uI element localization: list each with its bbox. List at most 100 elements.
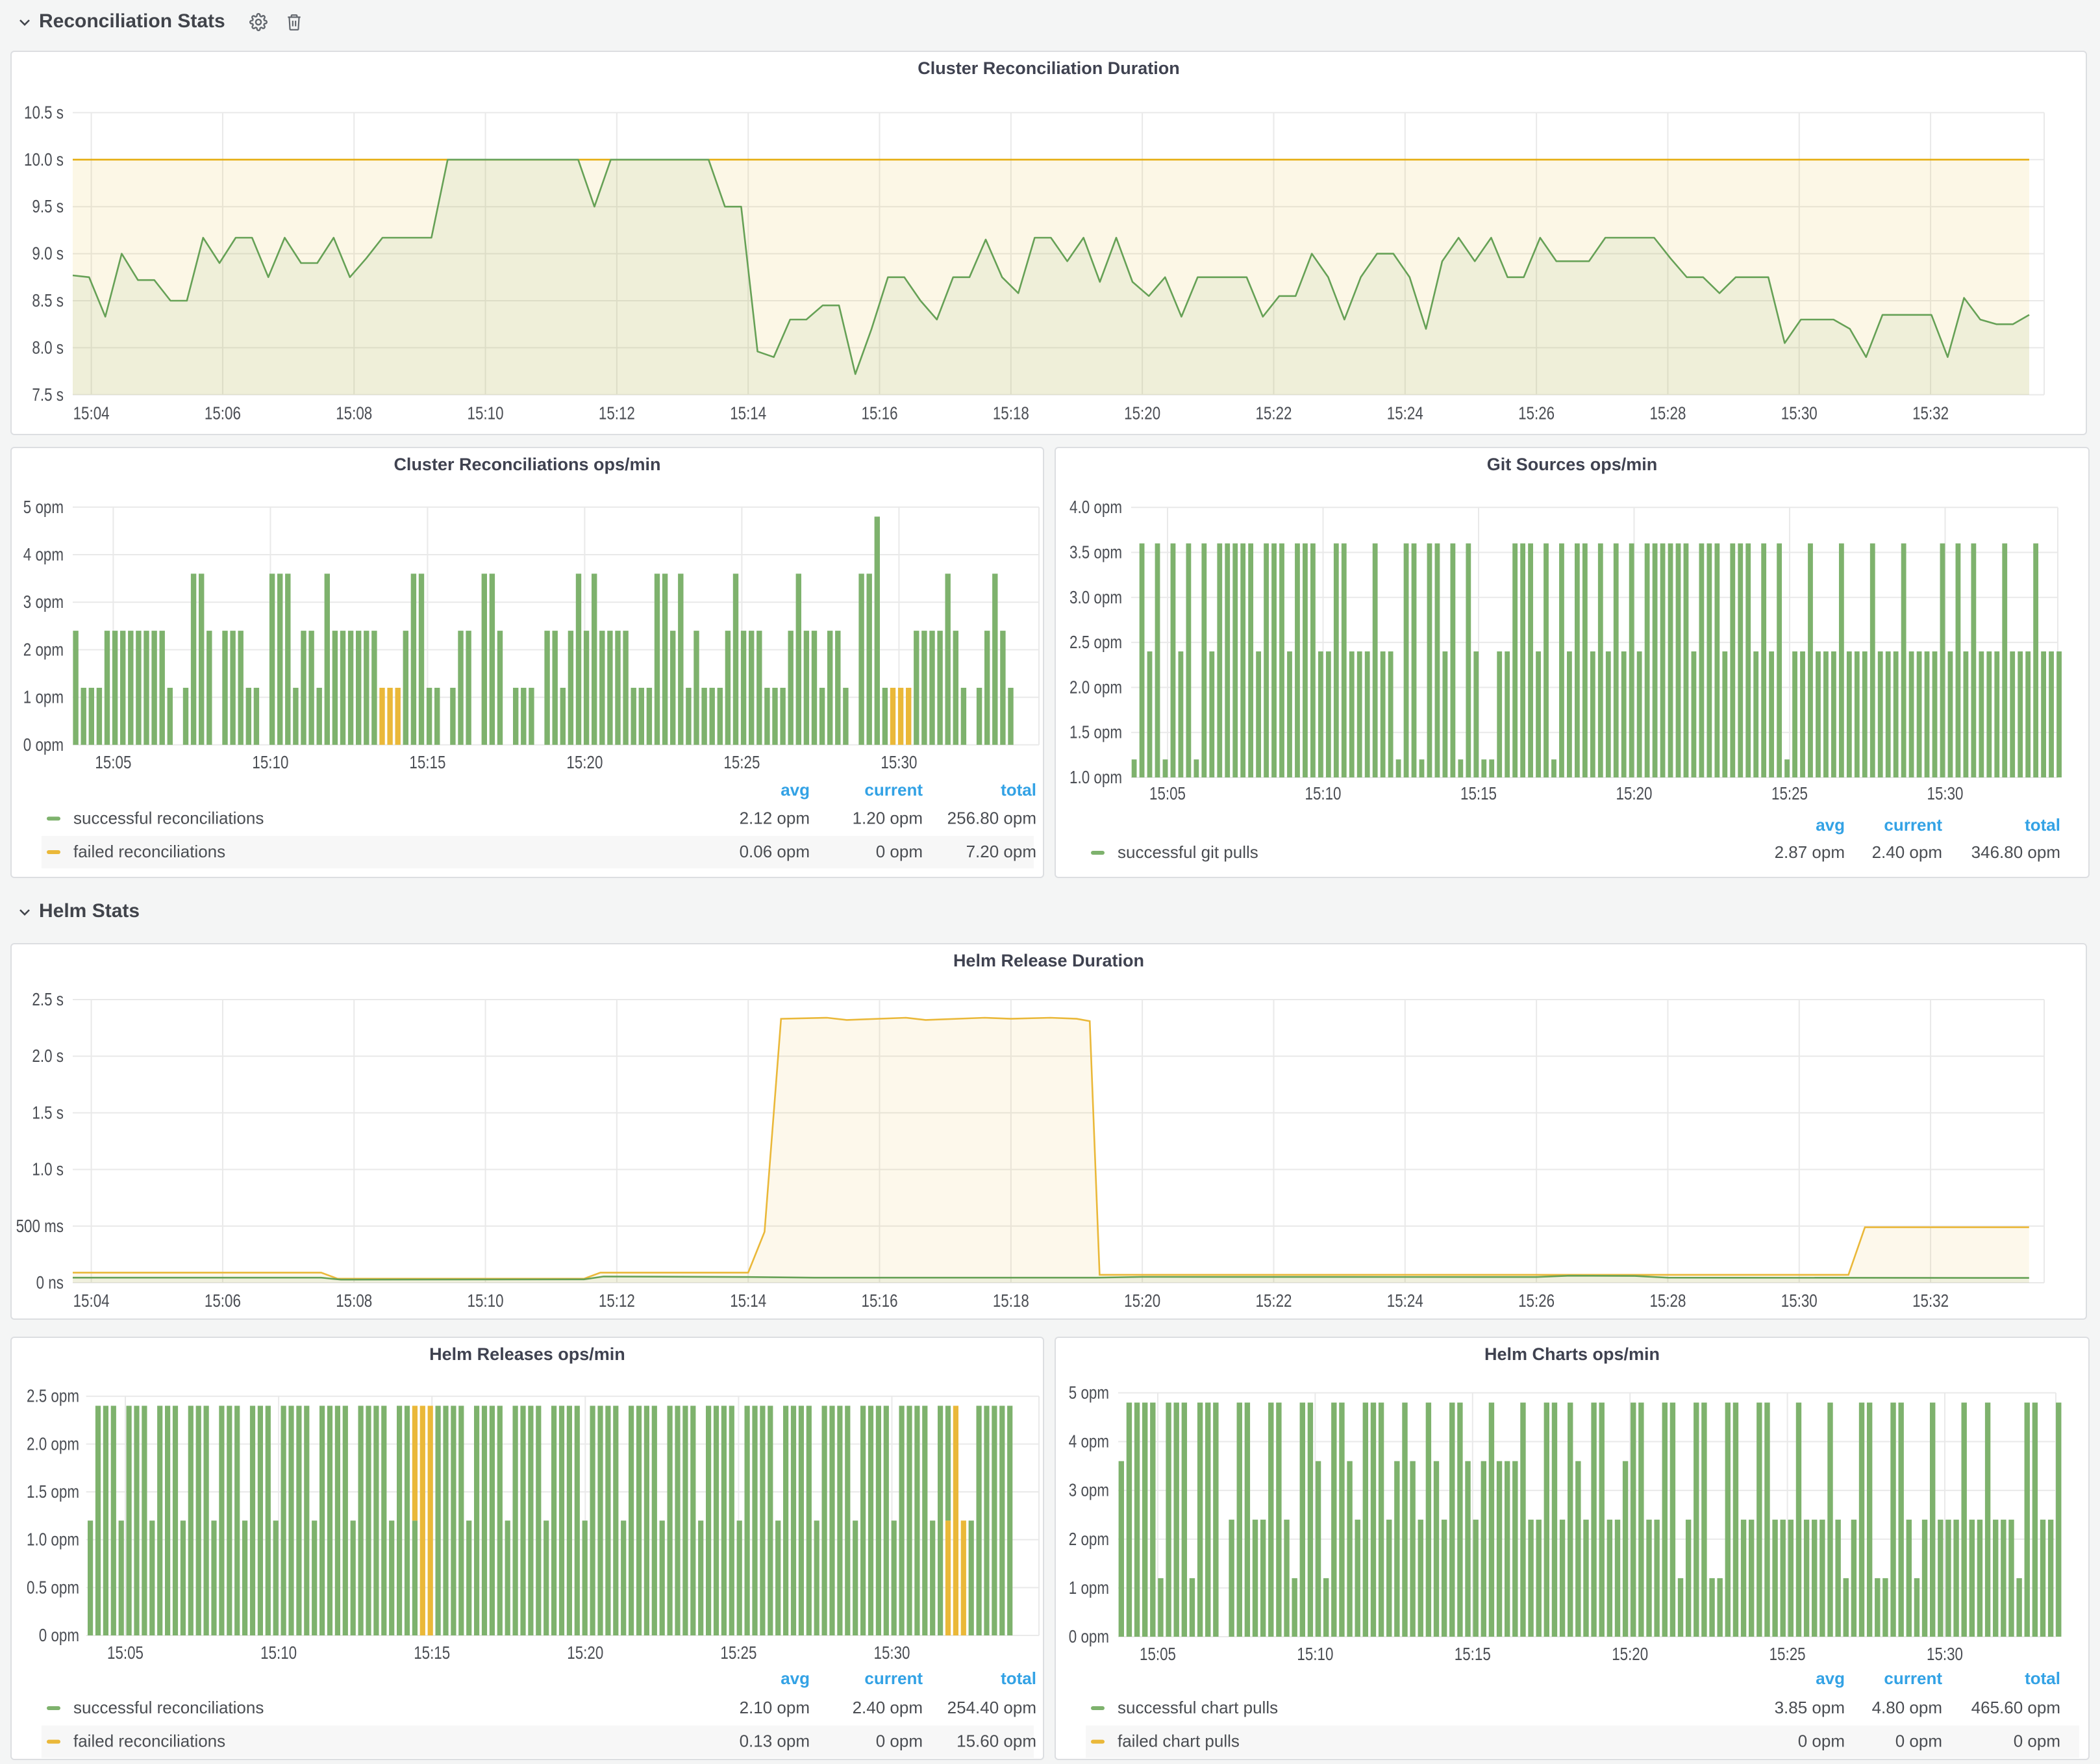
svg-text:15:14: 15:14	[730, 403, 766, 423]
svg-text:15:20: 15:20	[1612, 1643, 1648, 1663]
svg-text:15:24: 15:24	[1387, 1291, 1423, 1311]
svg-text:5 opm: 5 opm	[1069, 1382, 1109, 1402]
svg-text:15:22: 15:22	[1255, 1291, 1292, 1311]
svg-text:9.5 s: 9.5 s	[32, 195, 64, 216]
svg-text:15:28: 15:28	[1649, 403, 1686, 423]
svg-text:failed reconciliations: failed reconciliations	[73, 1731, 225, 1750]
svg-text:avg: avg	[1816, 1668, 1845, 1687]
svg-text:successful git pulls: successful git pulls	[1118, 842, 1258, 861]
svg-text:0 opm: 0 opm	[1798, 1731, 1845, 1750]
svg-text:15:06: 15:06	[205, 1291, 241, 1311]
svg-text:15:12: 15:12	[599, 1291, 635, 1311]
svg-text:1.0 opm: 1.0 opm	[27, 1529, 79, 1549]
svg-text:15:16: 15:16	[862, 403, 898, 423]
svg-text:15:30: 15:30	[1781, 403, 1818, 423]
svg-text:8.5 s: 8.5 s	[32, 290, 64, 310]
svg-text:15.60 opm: 15.60 opm	[956, 1731, 1036, 1750]
svg-text:2.5 s: 2.5 s	[32, 989, 64, 1009]
svg-text:15:20: 15:20	[1616, 783, 1653, 803]
svg-text:15:14: 15:14	[730, 1291, 766, 1311]
svg-text:9.0 s: 9.0 s	[32, 243, 64, 263]
svg-text:15:24: 15:24	[1387, 403, 1423, 423]
svg-text:15:15: 15:15	[409, 751, 445, 772]
svg-text:8.0 s: 8.0 s	[32, 336, 64, 357]
svg-text:15:05: 15:05	[95, 751, 131, 772]
svg-text:0.06 opm: 0.06 opm	[740, 841, 810, 861]
svg-text:15:10: 15:10	[260, 1642, 297, 1662]
svg-text:15:26: 15:26	[1518, 403, 1555, 423]
svg-text:15:30: 15:30	[874, 1642, 910, 1662]
svg-text:15:05: 15:05	[1149, 783, 1186, 803]
svg-text:500 ms: 500 ms	[16, 1216, 64, 1236]
svg-text:current: current	[864, 779, 923, 799]
svg-text:4 opm: 4 opm	[23, 544, 64, 564]
svg-text:0.5 opm: 0.5 opm	[27, 1576, 79, 1596]
svg-text:15:08: 15:08	[336, 403, 372, 423]
svg-text:15:04: 15:04	[73, 1291, 110, 1311]
svg-text:15:10: 15:10	[1305, 783, 1342, 803]
svg-text:4.0 opm: 4.0 opm	[1069, 496, 1122, 516]
svg-text:0 opm: 0 opm	[1069, 1626, 1109, 1646]
svg-text:15:28: 15:28	[1649, 1291, 1686, 1311]
svg-text:15:05: 15:05	[1140, 1643, 1176, 1663]
svg-text:7.5 s: 7.5 s	[32, 384, 64, 404]
svg-text:15:10: 15:10	[1297, 1643, 1333, 1663]
svg-text:15:25: 15:25	[1769, 1643, 1806, 1663]
svg-text:1 opm: 1 opm	[1069, 1577, 1109, 1597]
svg-text:15:30: 15:30	[881, 751, 917, 772]
svg-text:15:20: 15:20	[1124, 1291, 1160, 1311]
svg-text:10.5 s: 10.5 s	[24, 101, 64, 121]
svg-text:15:15: 15:15	[414, 1642, 450, 1662]
svg-text:15:26: 15:26	[1518, 1291, 1555, 1311]
svg-text:15:18: 15:18	[993, 1291, 1029, 1311]
svg-text:1.5 opm: 1.5 opm	[27, 1481, 79, 1501]
svg-text:15:15: 15:15	[1460, 783, 1497, 803]
svg-text:15:30: 15:30	[1927, 783, 1964, 803]
svg-text:successful chart pulls: successful chart pulls	[1118, 1697, 1278, 1717]
svg-text:2 opm: 2 opm	[1069, 1528, 1109, 1548]
svg-text:0 opm: 0 opm	[1895, 1731, 1942, 1750]
svg-text:15:32: 15:32	[1912, 1291, 1949, 1311]
svg-text:15:20: 15:20	[1124, 403, 1160, 423]
svg-text:2 opm: 2 opm	[23, 638, 64, 659]
svg-text:2.87 opm: 2.87 opm	[1775, 842, 1845, 861]
svg-text:15:15: 15:15	[1455, 1643, 1491, 1663]
svg-text:15:04: 15:04	[73, 403, 110, 423]
svg-text:15:06: 15:06	[205, 403, 241, 423]
svg-text:1 opm: 1 opm	[23, 687, 64, 707]
svg-text:465.60 opm: 465.60 opm	[1971, 1697, 2060, 1717]
svg-text:254.40 opm: 254.40 opm	[947, 1697, 1036, 1717]
svg-text:avg: avg	[781, 779, 810, 799]
svg-text:current: current	[864, 1668, 923, 1687]
svg-text:1.5 s: 1.5 s	[32, 1102, 64, 1122]
svg-text:2.0 s: 2.0 s	[32, 1046, 64, 1066]
svg-text:total: total	[1001, 1668, 1036, 1687]
svg-text:7.20 opm: 7.20 opm	[966, 841, 1036, 861]
svg-text:15:10: 15:10	[468, 403, 504, 423]
svg-text:2.0 opm: 2.0 opm	[1069, 676, 1122, 696]
svg-text:3 opm: 3 opm	[23, 591, 64, 611]
svg-text:15:20: 15:20	[566, 751, 603, 772]
svg-text:1.20 opm: 1.20 opm	[853, 807, 923, 827]
svg-text:15:18: 15:18	[993, 403, 1029, 423]
svg-text:4 opm: 4 opm	[1069, 1431, 1109, 1451]
svg-text:0 opm: 0 opm	[2014, 1731, 2060, 1750]
svg-text:avg: avg	[1816, 814, 1845, 834]
svg-text:2.40 opm: 2.40 opm	[853, 1697, 923, 1717]
svg-text:3.0 opm: 3.0 opm	[1069, 586, 1122, 607]
svg-text:5 opm: 5 opm	[23, 496, 64, 516]
svg-text:total: total	[1001, 779, 1036, 799]
svg-text:0 opm: 0 opm	[39, 1624, 79, 1644]
svg-text:current: current	[1884, 1668, 1942, 1687]
svg-text:2.5 opm: 2.5 opm	[27, 1385, 79, 1405]
svg-text:current: current	[1884, 814, 1942, 834]
svg-text:2.0 opm: 2.0 opm	[27, 1433, 79, 1453]
svg-text:3 opm: 3 opm	[1069, 1480, 1109, 1500]
svg-text:total: total	[2025, 1668, 2060, 1687]
svg-text:15:20: 15:20	[567, 1642, 603, 1662]
svg-text:3.5 opm: 3.5 opm	[1069, 542, 1122, 562]
svg-text:15:10: 15:10	[252, 751, 288, 772]
svg-text:0 opm: 0 opm	[876, 841, 923, 861]
svg-text:15:08: 15:08	[336, 1291, 372, 1311]
svg-text:1.0 s: 1.0 s	[32, 1159, 64, 1179]
